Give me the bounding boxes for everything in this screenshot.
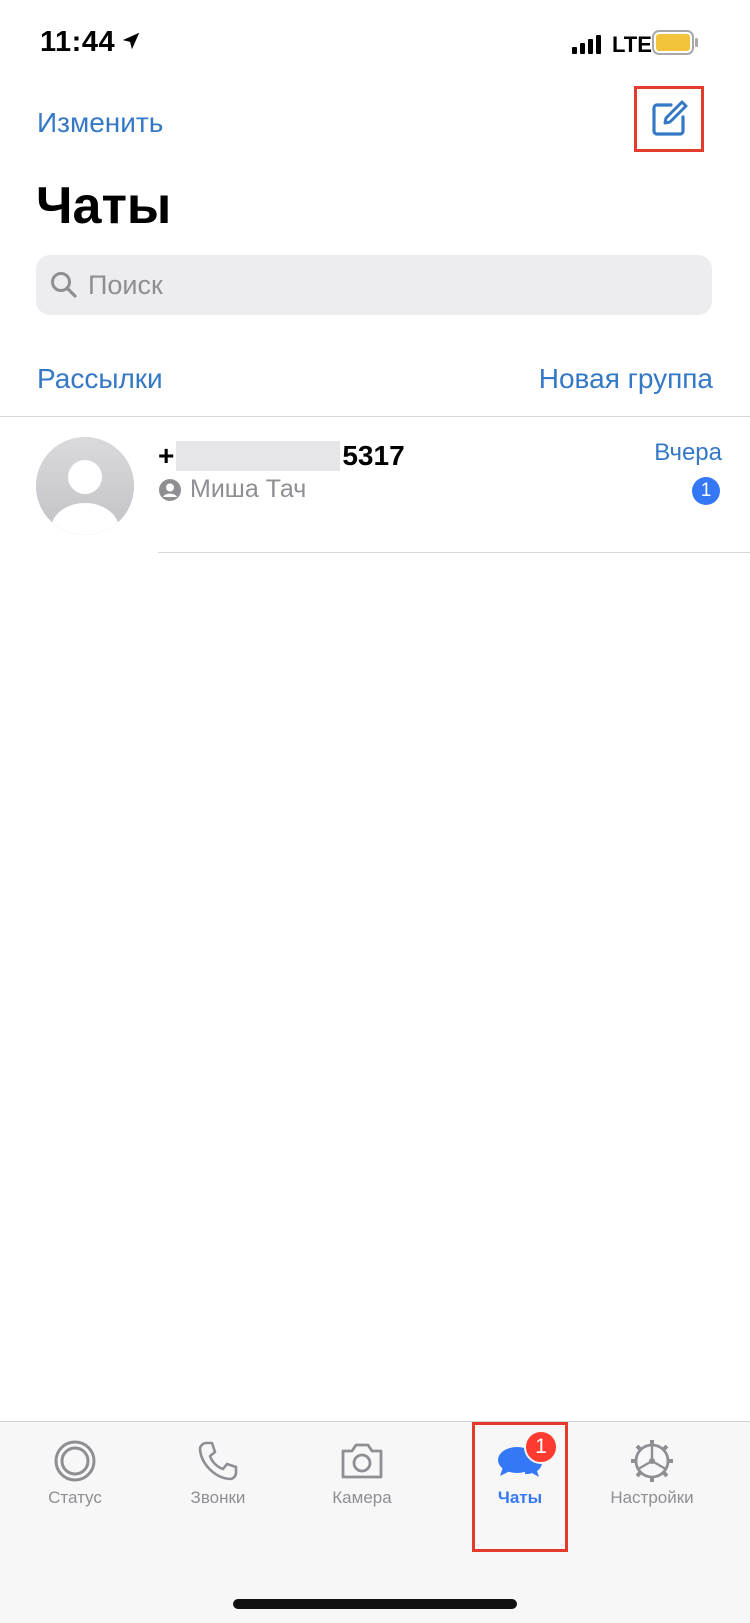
chat-time: Вчера — [654, 439, 722, 466]
edit-button[interactable]: Изменить — [37, 107, 163, 139]
status-time: 11:44 — [40, 26, 116, 58]
chat-name: + 5317 — [158, 439, 405, 473]
search-bar[interactable] — [36, 255, 712, 315]
tab-label: Настройки — [610, 1488, 694, 1507]
camera-icon — [341, 1443, 383, 1479]
unread-count-badge: 1 — [692, 477, 720, 505]
default-avatar-icon — [36, 437, 134, 535]
search-icon — [51, 272, 77, 298]
chat-name-prefix: + — [158, 440, 175, 471]
tab-camera[interactable]: Камера — [287, 1422, 437, 1532]
tab-label: Камера — [332, 1488, 392, 1507]
phone-icon — [198, 1441, 238, 1481]
redacted-number — [176, 441, 341, 471]
cellular-signal-icon — [572, 35, 601, 54]
divider — [158, 552, 750, 553]
battery-icon — [652, 30, 698, 55]
tab-bar: Статус Звонки Камера Чаты Настройки 1 — [0, 1421, 750, 1623]
home-indicator — [233, 1599, 517, 1609]
tab-badge: 1 — [524, 1430, 558, 1464]
tab-label: Статус — [48, 1488, 102, 1507]
avatar — [36, 437, 134, 535]
location-arrow-icon — [122, 32, 140, 50]
page-title: Чаты — [36, 177, 172, 235]
sender-name: Миша Тач — [190, 475, 307, 503]
tab-label: Звонки — [190, 1488, 246, 1507]
tab-calls[interactable]: Звонки — [143, 1422, 293, 1532]
new-group-link[interactable]: Новая группа — [539, 363, 713, 395]
status-icon — [54, 1440, 96, 1482]
gear-icon — [631, 1440, 673, 1482]
tab-status[interactable]: Статус — [0, 1422, 150, 1532]
network-type: LTE — [612, 32, 652, 57]
chat-list-item[interactable]: + 5317 Вчера Миша Тач 1 — [0, 417, 750, 553]
search-input[interactable] — [88, 255, 688, 315]
last-message-sender: Миша Тач — [158, 475, 306, 504]
person-icon — [159, 478, 181, 501]
chat-name-suffix: 5317 — [342, 440, 405, 471]
tab-settings[interactable]: Настройки — [577, 1422, 727, 1532]
broadcast-lists-link[interactable]: Рассылки — [37, 363, 163, 395]
status-bar: 11:44 LTE — [0, 0, 750, 88]
compose-button[interactable] — [634, 86, 704, 152]
compose-icon — [652, 100, 688, 136]
